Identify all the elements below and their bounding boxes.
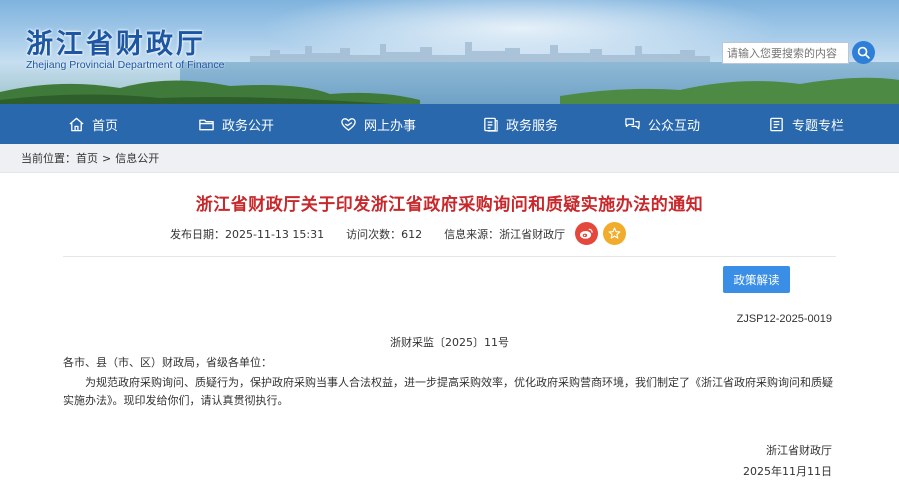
site-title[interactable]: 浙江省财政厅 — [26, 22, 206, 61]
document-index-id: ZJSP12-2025-0019 — [736, 313, 832, 325]
banner-skyline — [250, 42, 710, 64]
publish-date: 发布日期：2025-11-13 15:31 — [170, 228, 325, 241]
weibo-share-button[interactable] — [575, 222, 598, 245]
nav-item-home[interactable]: 首页 — [68, 104, 118, 144]
breadcrumb: 当前位置： 首页 > 信息公开 — [0, 144, 899, 173]
info-source: 信息来源：浙江省财政厅 — [444, 228, 566, 241]
favorite-button[interactable] — [603, 222, 626, 245]
document-icon — [484, 117, 498, 132]
policy-interpretation-button[interactable]: 政策解读 — [723, 266, 790, 293]
weibo-icon — [580, 228, 593, 239]
nav-item-special-topics[interactable]: 专题专栏 — [768, 104, 844, 144]
visit-count: 访问次数：612 — [346, 228, 423, 241]
banner-trees-right — [560, 77, 899, 104]
nav-item-online-services[interactable]: 网上办事 — [340, 104, 416, 144]
star-icon — [608, 227, 621, 239]
search-input[interactable] — [722, 42, 849, 64]
nav-item-label: 公众互动 — [648, 118, 701, 134]
heart-hands-icon — [341, 117, 356, 131]
site-subtitle: Zhejiang Provincial Department of Financ… — [26, 59, 225, 71]
signature-organization: 浙江省财政厅 — [766, 444, 832, 457]
salutation: 各市、县（市、区）财政局，省级各单位： — [63, 356, 272, 369]
breadcrumb-info-link[interactable]: 信息公开 — [115, 150, 159, 166]
nav-item-public-interaction[interactable]: 公众互动 — [624, 104, 700, 144]
nav-item-government-services[interactable]: 政务服务 — [482, 104, 558, 144]
site-header: 浙江省财政厅 Zhejiang Provincial Department of… — [0, 0, 899, 104]
article-title: 浙江省财政厅关于印发浙江省政府采购询问和质疑实施办法的通知 — [195, 195, 704, 215]
breadcrumb-separator: > — [102, 151, 112, 165]
article-meta: 发布日期：2025-11-13 15:31 访问次数：612 信息来源：浙江省财… — [170, 224, 587, 244]
list-icon — [770, 117, 783, 131]
nav-item-government-affairs[interactable]: 政务公开 — [198, 104, 274, 144]
search-button[interactable] — [852, 41, 875, 64]
nav-item-label: 政务公开 — [222, 118, 275, 134]
chat-icon — [625, 117, 640, 129]
nav-item-label: 网上办事 — [364, 118, 417, 134]
document-number: 浙财采监〔2025〕11号 — [390, 336, 509, 349]
signature-date: 2025年11月11日 — [743, 465, 832, 478]
main-nav: 首页 政务公开 网上办事 政务服务 公众互动 专题专栏 — [0, 104, 899, 144]
banner-trees-left — [0, 80, 420, 104]
body-paragraph: 为规范政府采购询问、质疑行为，保护政府采购当事人合法权益，进一步提高采购效率，优… — [63, 376, 833, 407]
home-icon — [69, 117, 84, 131]
breadcrumb-prefix: 当前位置： — [21, 152, 76, 165]
search-icon — [857, 46, 870, 59]
nav-item-label: 政务服务 — [506, 118, 559, 134]
nav-item-label: 专题专栏 — [792, 118, 845, 134]
folder-icon — [199, 119, 214, 130]
nav-item-label: 首页 — [92, 118, 119, 134]
breadcrumb-home-link[interactable]: 首页 — [76, 150, 98, 166]
divider — [63, 256, 836, 257]
